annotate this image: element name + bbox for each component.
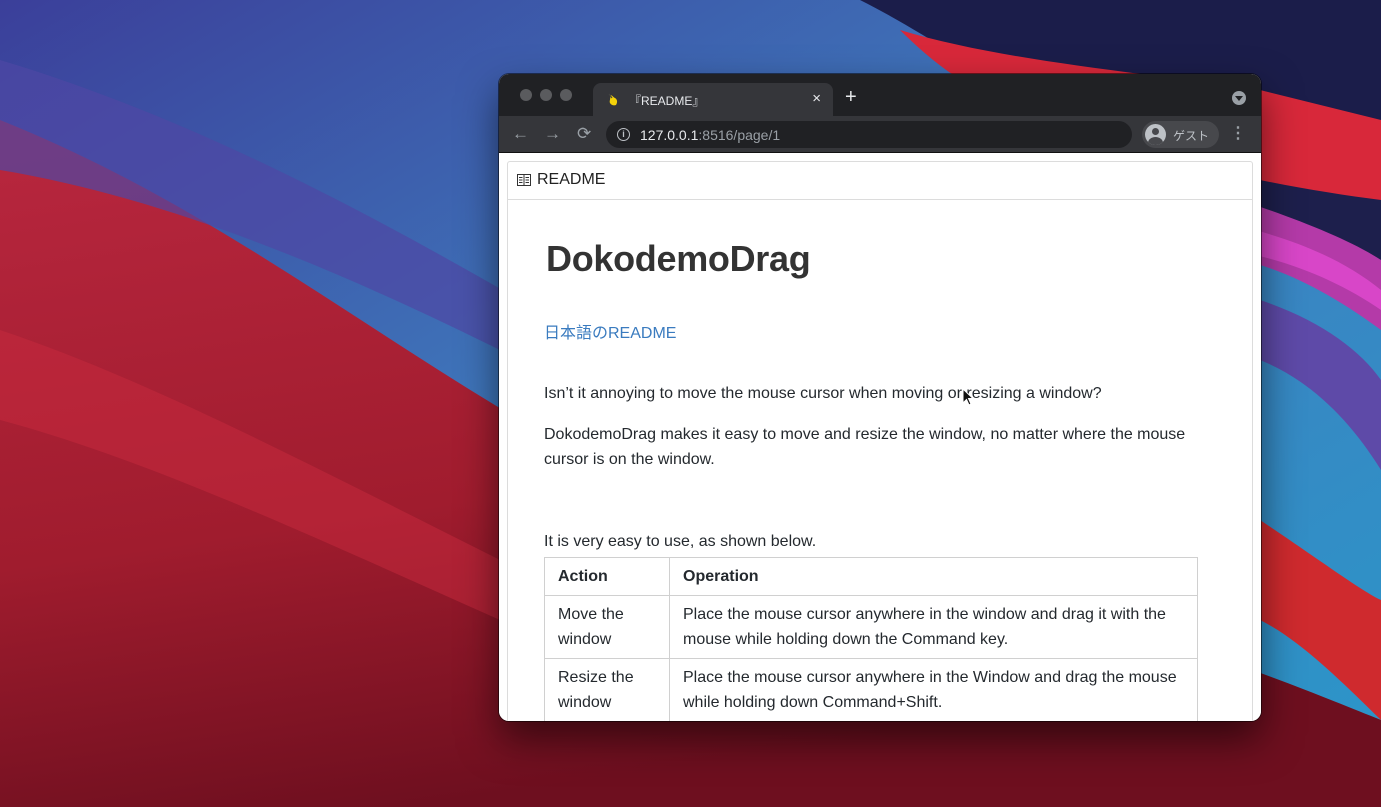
japanese-readme-link[interactable]: 日本語のREADME xyxy=(544,319,676,343)
browser-menu-button[interactable]: ⋮ xyxy=(1230,124,1246,144)
avatar-icon xyxy=(1145,124,1166,145)
info-icon[interactable]: i xyxy=(617,128,630,141)
readme-title: README xyxy=(537,171,606,188)
table-row: Move the window Place the mouse cursor a… xyxy=(544,595,1198,659)
url-host: 127.0.0.1 xyxy=(640,127,699,143)
tab-close-button[interactable]: × xyxy=(812,90,821,108)
url-path: :8516/page/1 xyxy=(698,127,781,143)
usage-paragraph: It is very easy to use, as shown below. xyxy=(544,533,817,550)
tab-title: 『README』 xyxy=(629,94,705,108)
tab-search-button[interactable] xyxy=(1232,91,1246,105)
page-title: DokodemoDrag xyxy=(546,238,811,279)
intro-paragraph: Isn’t it annoying to move the mouse curs… xyxy=(544,385,1102,402)
table-cell-operation: Place the mouse cursor anywhere in the w… xyxy=(669,595,1198,659)
mouse-pointer-icon xyxy=(962,388,974,406)
table-cell-action: Resize the window xyxy=(544,658,670,721)
table-row: Resize the window Place the mouse cursor… xyxy=(544,658,1198,721)
new-tab-button[interactable]: + xyxy=(845,87,857,107)
zoom-window-button[interactable] xyxy=(560,89,572,101)
table-cell-operation: Place the mouse cursor anywhere in the W… xyxy=(669,658,1198,721)
minimize-window-button[interactable] xyxy=(540,89,552,101)
forward-button[interactable]: → xyxy=(544,124,561,144)
readme-header: README xyxy=(508,162,1252,200)
browser-toolbar: ← → ⟳ i 127.0.0.1:8516/page/1 ゲスト ⋮ xyxy=(499,116,1261,153)
page-content: README DokodemoDrag 日本語のREADME Isn’t it … xyxy=(499,153,1261,721)
description-paragraph: DokodemoDrag makes it easy to move and r… xyxy=(544,426,1186,468)
browser-titlebar: 『README』 × + xyxy=(499,74,1261,116)
url-text[interactable]: 127.0.0.1:8516/page/1 xyxy=(640,127,780,143)
favicon-icon xyxy=(608,93,618,106)
profile-label: ゲスト xyxy=(1173,129,1210,143)
reload-button[interactable]: ⟳ xyxy=(577,124,591,144)
browser-window: 『README』 × + ← → ⟳ i 127.0.0.1:8516/page… xyxy=(499,74,1261,721)
usage-table: Action Operation Move the window Place t… xyxy=(544,557,1198,721)
table-header-row: Action Operation xyxy=(544,557,1198,596)
book-icon xyxy=(517,174,531,186)
profile-button[interactable]: ゲスト xyxy=(1142,121,1219,148)
table-cell-action: Move the window xyxy=(544,595,670,659)
back-button[interactable]: ← xyxy=(512,124,529,144)
browser-tab[interactable]: 『README』 × xyxy=(593,83,833,116)
address-bar[interactable]: i 127.0.0.1:8516/page/1 xyxy=(606,121,1132,148)
table-header-action: Action xyxy=(544,557,670,596)
close-window-button[interactable] xyxy=(520,89,532,101)
table-header-operation: Operation xyxy=(669,557,1198,596)
